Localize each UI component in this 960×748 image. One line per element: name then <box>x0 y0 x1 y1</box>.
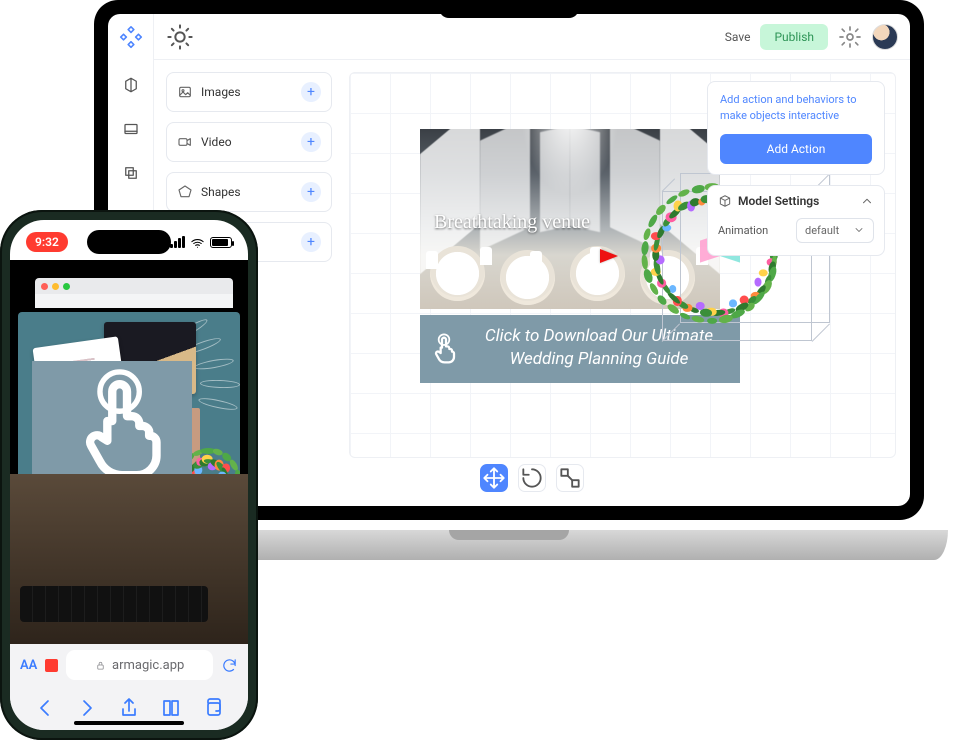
phone-viewport: Make it perfect you'll <box>10 260 248 644</box>
asset-video[interactable]: Video + <box>166 122 332 162</box>
animation-value: default <box>805 224 839 237</box>
back-button[interactable] <box>33 696 57 720</box>
home-indicator[interactable] <box>74 721 184 725</box>
app-logo[interactable] <box>117 24 145 52</box>
bookmarks-button[interactable] <box>159 696 183 720</box>
lock-icon <box>95 660 106 671</box>
laptop-notch <box>439 0 579 18</box>
pointer-hand-icon <box>430 333 462 365</box>
chevron-down-icon <box>853 224 865 236</box>
add-icon[interactable]: + <box>301 232 321 252</box>
rail-layers-icon[interactable] <box>120 162 142 184</box>
share-button[interactable] <box>117 696 141 720</box>
text-size-button[interactable]: AA <box>20 658 37 673</box>
animation-label: Animation <box>718 224 768 237</box>
shapes-icon <box>177 184 193 200</box>
user-avatar[interactable] <box>872 24 898 50</box>
topbar: Save Publish <box>154 14 910 60</box>
ar-scene[interactable]: Make it perfect you'll <box>10 260 248 644</box>
settings-cube-icon <box>718 194 732 208</box>
reload-icon[interactable] <box>221 657 238 674</box>
rail-scene-icon[interactable] <box>120 118 142 140</box>
rotate-tool[interactable] <box>518 464 546 492</box>
settings-title: Model Settings <box>738 194 819 208</box>
recording-time-pill[interactable]: 9:32 <box>26 232 68 252</box>
asset-label: Video <box>201 135 232 149</box>
battery-icon <box>210 237 232 248</box>
main-area: Save Publish Images + <box>154 14 910 506</box>
workspace: Images + Video + Shapes + Text <box>154 60 910 506</box>
scale-tool[interactable] <box>556 464 584 492</box>
actions-card: Add action and behaviors to make objects… <box>707 81 885 175</box>
asset-label: Shapes <box>201 185 241 199</box>
hint-text: Add action and behaviors to make objects… <box>720 92 872 124</box>
desk-surface <box>10 474 248 644</box>
add-icon[interactable]: + <box>301 132 321 152</box>
keyboard <box>20 586 208 622</box>
model-settings-card: Model Settings Animation default <box>707 185 885 256</box>
bottom-toolbar <box>480 464 584 492</box>
move-tool[interactable] <box>480 464 508 492</box>
cta-line2: Wedding Planning Guide <box>510 349 689 369</box>
phone-device: 9:32 <box>0 210 258 740</box>
right-panel: Add action and behaviors to make objects… <box>707 81 885 256</box>
add-icon[interactable]: + <box>301 182 321 202</box>
collapse-icon[interactable] <box>860 194 874 208</box>
phone-screen: 9:32 <box>10 220 248 730</box>
rail-3d-icon[interactable] <box>120 74 142 96</box>
browser-tabstrip <box>35 278 233 294</box>
tabs-button[interactable] <box>201 696 225 720</box>
video-icon <box>177 134 193 150</box>
save-button[interactable]: Save <box>725 30 751 44</box>
settings-icon[interactable] <box>838 25 862 49</box>
recording-indicator-icon <box>45 659 58 672</box>
cellular-icon <box>170 236 185 248</box>
forward-button[interactable] <box>75 696 99 720</box>
canvas[interactable]: Breathtaking venue Click to Download Our… <box>349 72 896 458</box>
add-action-button[interactable]: Add Action <box>720 134 872 164</box>
asset-label: Images <box>201 85 241 99</box>
venue-caption: Breathtaking venue <box>434 211 590 234</box>
add-icon[interactable]: + <box>301 82 321 102</box>
asset-shapes[interactable]: Shapes + <box>166 172 332 212</box>
theme-toggle-icon[interactable] <box>166 23 194 51</box>
animation-select[interactable]: default <box>796 218 874 243</box>
asset-images[interactable]: Images + <box>166 72 332 112</box>
dynamic-island <box>87 230 171 254</box>
url-field[interactable]: armagic.app <box>66 650 213 680</box>
images-icon <box>177 84 193 100</box>
publish-button[interactable]: Publish <box>760 24 828 50</box>
gizmo-arrow-icon[interactable] <box>600 249 618 263</box>
safari-address-bar: AA armagic.app <box>10 644 248 686</box>
url-text: armagic.app <box>112 658 184 673</box>
wifi-icon <box>190 236 205 248</box>
topbar-right: Save Publish <box>725 24 898 50</box>
